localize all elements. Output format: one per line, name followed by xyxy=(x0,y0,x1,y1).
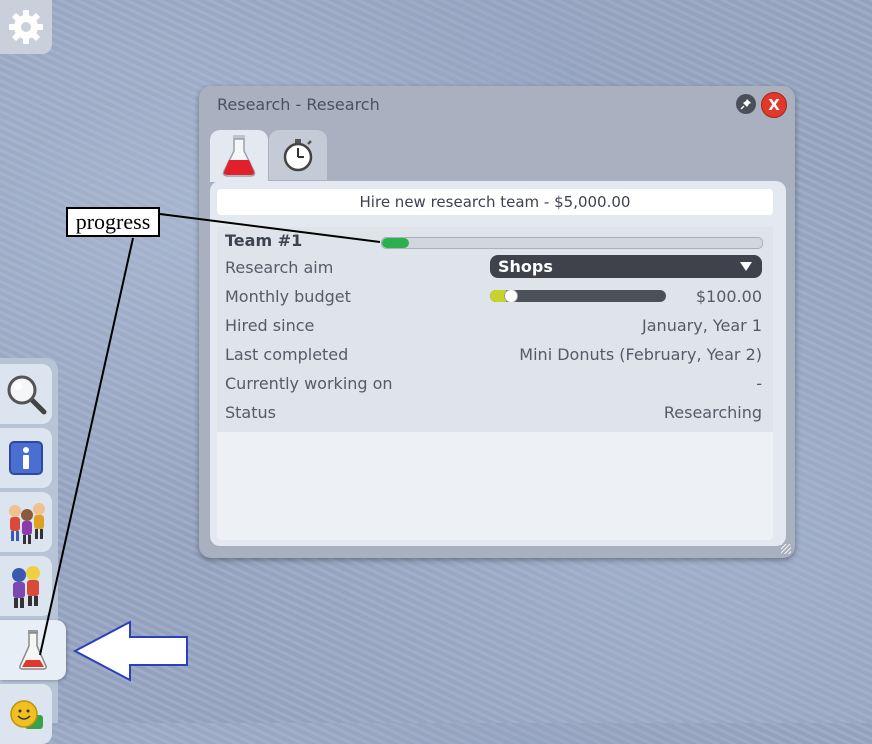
annotation-line-progress xyxy=(159,213,381,243)
annotation-label: progress xyxy=(66,207,160,237)
annotation-arrow-icon xyxy=(72,620,188,682)
annotation-overlay xyxy=(39,213,381,682)
annotation-line-flask xyxy=(39,237,134,656)
